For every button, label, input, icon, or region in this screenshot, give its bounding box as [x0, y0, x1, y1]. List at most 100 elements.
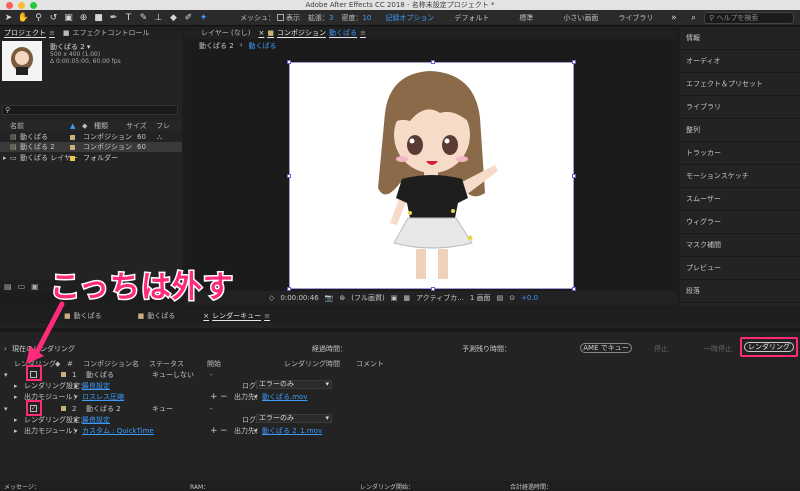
menu-icon[interactable]: ≡ — [264, 312, 270, 320]
workspace-record-options[interactable]: 記録オプション — [385, 13, 434, 23]
tab-timeline-2[interactable]: ■ 動くぱる — [134, 311, 180, 321]
workspace-small-screen[interactable]: 小さい画面 — [563, 13, 598, 23]
transform-handle[interactable] — [287, 174, 291, 178]
transform-handle[interactable] — [431, 60, 435, 64]
col-type[interactable]: 種類 — [94, 121, 126, 131]
selection-tool-icon[interactable]: ➤ — [2, 11, 15, 24]
pan-behind-tool-icon[interactable]: ⊕ — [77, 11, 90, 24]
hand-tool-icon[interactable]: ✋ — [17, 11, 30, 24]
dropdown-arrow-icon[interactable]: ▾ — [74, 382, 82, 390]
dropdown-arrow-icon[interactable]: ▾ — [74, 416, 82, 424]
dropdown-arrow-icon[interactable]: ▾ — [74, 393, 82, 401]
transform-handle[interactable] — [287, 60, 291, 64]
rectangle-tool-icon[interactable]: ■ — [92, 11, 105, 24]
breadcrumb-item[interactable]: 動くぱる 2 — [199, 41, 234, 51]
reset-exposure-icon[interactable]: ⊙ — [509, 294, 515, 302]
transparency-grid-icon[interactable]: ▦ — [403, 294, 410, 302]
add-output-icon[interactable]: + — [210, 426, 220, 436]
panel-item-audio[interactable]: オーディオ — [680, 50, 800, 73]
panel-item-mask-interpolation[interactable]: マスク補間 — [680, 234, 800, 257]
close-window-button[interactable] — [6, 2, 13, 9]
log-dropdown[interactable]: エラーのみ ▾ — [256, 414, 332, 423]
tab-project[interactable]: プロジェクト ≡ — [0, 28, 59, 38]
dropdown-arrow-icon[interactable]: ▾ — [254, 427, 262, 435]
col-name[interactable]: 名前 — [0, 121, 70, 131]
quality-dropdown[interactable]: (フル画質) — [351, 293, 384, 303]
output-to-link[interactable]: 動くぱる.mov — [262, 392, 307, 402]
clone-stamp-tool-icon[interactable]: ⊥ — [152, 11, 165, 24]
new-comp-icon[interactable]: ▣ — [31, 282, 39, 291]
timecode[interactable]: 0:00:00:46 — [280, 294, 318, 302]
col-render-time[interactable]: レンダリング時間 — [284, 359, 356, 369]
workspace-standard[interactable]: 標準 — [519, 13, 533, 23]
panel-item-motion-sketch[interactable]: モーションスケッチ — [680, 165, 800, 188]
layout-icon[interactable]: ▤ — [497, 294, 504, 302]
comp-canvas[interactable] — [287, 60, 576, 291]
output-module-link[interactable]: カスタム : QuickTime — [82, 426, 210, 436]
project-search-input[interactable]: ⚲ — [2, 105, 178, 115]
camera-tool-icon[interactable]: ▣ — [62, 11, 75, 24]
close-tab-icon[interactable]: × — [258, 29, 264, 37]
close-tab-icon[interactable]: × — [203, 312, 209, 320]
col-comp-name[interactable]: コンポジション名 — [83, 359, 149, 369]
expand-value[interactable]: 3 — [329, 14, 333, 22]
roi-icon[interactable]: ▣ — [391, 294, 398, 302]
col-size[interactable]: サイズ — [126, 121, 156, 131]
interpret-footage-icon[interactable]: ▤ — [4, 282, 12, 291]
expand-arrow-icon[interactable]: ▸ — [0, 416, 24, 424]
panel-item-info[interactable]: 情報 — [680, 27, 800, 50]
remove-output-icon[interactable]: − — [220, 392, 234, 402]
expand-arrow-icon[interactable]: ▸ — [0, 427, 24, 435]
dropdown-arrow-icon[interactable]: ▾ — [254, 393, 262, 401]
brush-tool-icon[interactable]: ✎ — [137, 11, 150, 24]
zoom-window-button[interactable] — [30, 2, 37, 9]
output-to-link[interactable]: 動くぱる 2_1.mov — [262, 426, 322, 436]
col-comment[interactable]: コメント — [356, 359, 384, 369]
workspace-default[interactable]: デフォルト — [454, 13, 489, 23]
panel-item-align[interactable]: 整列 — [680, 119, 800, 142]
stop-button[interactable]: 停止 — [654, 344, 668, 354]
tab-layer[interactable]: レイヤー (なし) — [197, 28, 254, 38]
snapshot-icon[interactable]: 📷 — [325, 294, 334, 302]
search-help-icon[interactable]: ⌕ — [687, 11, 700, 24]
flowchart-icon[interactable]: ⛬ — [157, 133, 162, 142]
type-tool-icon[interactable]: T — [122, 11, 135, 24]
tab-composition[interactable]: × ■ コンポジション 動くぱる ≡ — [254, 28, 369, 38]
roto-brush-tool-icon[interactable]: ✐ — [182, 11, 195, 24]
panel-item-paragraph[interactable]: 段落 — [680, 280, 800, 303]
sort-up-icon[interactable]: ▲ — [70, 122, 82, 130]
display-checkbox[interactable] — [277, 14, 284, 21]
pen-tool-icon[interactable]: ✒ — [107, 11, 120, 24]
list-item[interactable]: ▤ 動くぱる コンポジション 60 ⛬ — [0, 132, 182, 142]
menu-icon[interactable]: ≡ — [49, 29, 55, 37]
expand-arrow-icon[interactable]: ▸ — [0, 154, 10, 162]
panel-item-libraries[interactable]: ライブラリ — [680, 96, 800, 119]
panel-item-wiggler[interactable]: ウィグラー — [680, 211, 800, 234]
queue-in-ame-button[interactable]: AME でキュー — [580, 343, 632, 353]
panel-item-smoother[interactable]: スムーザー — [680, 188, 800, 211]
col-status[interactable]: ステータス — [149, 359, 207, 369]
channel-icon[interactable]: ⊛ — [339, 294, 345, 302]
add-output-icon[interactable]: + — [210, 392, 220, 402]
render-button[interactable]: レンダリング — [744, 342, 794, 352]
rotate-tool-icon[interactable]: ↺ — [47, 11, 60, 24]
table-row[interactable]: ▾ 1 動くぱる キューしない - — [0, 369, 800, 380]
table-row[interactable]: ▾ ✓ 2 動くぱる 2 キュー - — [0, 403, 800, 414]
views-dropdown[interactable]: 1 画面 — [470, 293, 491, 303]
expand-arrow-icon[interactable]: ▸ — [0, 393, 24, 401]
transform-handle[interactable] — [572, 60, 576, 64]
eraser-tool-icon[interactable]: ◆ — [167, 11, 180, 24]
pause-button[interactable]: 一時停止 — [704, 344, 732, 354]
transform-handle[interactable] — [572, 174, 576, 178]
puppet-pin-tool-icon[interactable]: ✦ — [197, 11, 210, 24]
help-search-input[interactable]: ⚲ ヘルプを検索 — [704, 12, 794, 24]
panel-item-effects-presets[interactable]: エフェクト＆プリセット — [680, 73, 800, 96]
remove-output-icon[interactable]: − — [220, 426, 234, 436]
tab-render-queue[interactable]: × レンダーキュー ≡ — [199, 311, 274, 321]
expand-arrow-icon[interactable]: ▸ — [0, 382, 24, 390]
workspace-library[interactable]: ライブラリ — [618, 13, 653, 23]
output-module-link[interactable]: ロスレス圧縮 — [82, 392, 210, 402]
col-framerate[interactable]: フレ — [156, 121, 170, 131]
exposure-value[interactable]: +0.0 — [521, 294, 538, 302]
render-settings-link[interactable]: 最良設定 — [82, 381, 242, 391]
